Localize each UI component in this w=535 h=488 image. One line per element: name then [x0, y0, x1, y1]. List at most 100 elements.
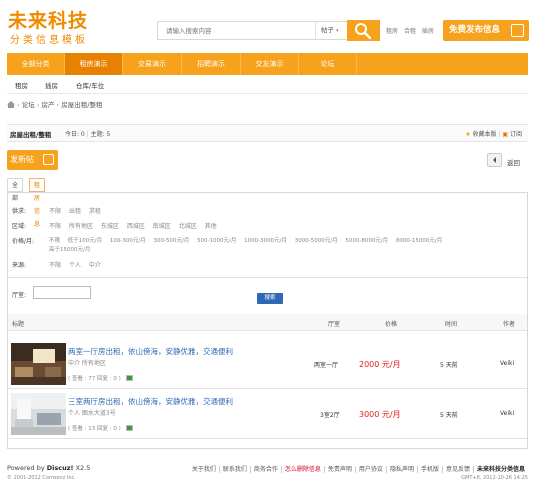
hot-word-link[interactable]: 租房 [386, 28, 398, 35]
listing-time: 5 天前 [440, 362, 458, 369]
listing-info: 中介 所有地区 [68, 360, 106, 367]
filter-option[interactable]: 5000-8000元/月 [345, 238, 388, 244]
listing-thumbnail[interactable] [11, 343, 66, 385]
hall-input[interactable] [33, 286, 91, 299]
subnav-item[interactable]: 插房 [45, 80, 58, 90]
breadcrumb-item[interactable]: 论坛 [22, 101, 35, 109]
sub-nav: 租房 插房 仓库/车位 [7, 75, 528, 94]
filter-row-supply: 供求: 不限 出租 求租 [12, 206, 101, 215]
listing-price: 3000 元/月 [359, 410, 401, 419]
publish-button[interactable]: 免费发布信息 [443, 20, 529, 41]
listing-thumbnail[interactable] [11, 393, 66, 435]
filter-option[interactable]: 个人 [69, 262, 81, 269]
tab-rent-info[interactable]: 租房信息 [29, 178, 46, 228]
image-icon [126, 425, 134, 431]
main-nav: 全部分类 租房演示 交易演示 招聘演示 交友演示 论坛 [7, 53, 528, 75]
footer-link[interactable]: 意见反馈 [441, 466, 473, 473]
tab-all[interactable]: 全部 [7, 178, 24, 202]
site-logo[interactable]: 未来科技 [8, 6, 88, 33]
discuz-link[interactable]: Discuz! [47, 464, 74, 472]
search-button[interactable] [347, 20, 380, 41]
filter-option[interactable]: 低于100元/月 [68, 238, 102, 244]
filter-option[interactable]: 500-1000元/月 [197, 238, 236, 244]
filter-option[interactable]: 1000-3000元/月 [244, 238, 287, 244]
nav-item-rent[interactable]: 租房演示 [65, 53, 123, 75]
powered-by: Powered by Discuz! X2.5 [7, 464, 90, 472]
breadcrumb: › 论坛 › 房产 › 房屋出租/整租 [7, 99, 102, 109]
nav-item-dating[interactable]: 交友演示 [241, 53, 299, 75]
listing-info: 个人 图水大道3号 [68, 410, 116, 417]
back-label[interactable]: 返回 [507, 157, 520, 167]
search-input[interactable] [158, 22, 288, 39]
filter-option[interactable]: 300-500元/月 [153, 238, 189, 244]
filter-option[interactable]: 3000-5000元/月 [295, 238, 338, 244]
filter-option[interactable]: 南城区 [153, 223, 171, 230]
filter-option[interactable]: 不限 [49, 223, 61, 230]
footer-link[interactable]: 关于我们 [189, 466, 219, 473]
filter-option[interactable]: 不限 [49, 262, 61, 269]
favorite-link[interactable]: 收藏本版 [473, 131, 497, 138]
footer-link[interactable]: 免责声明 [323, 466, 355, 473]
search-box: 帖子 ▾ [157, 21, 347, 40]
forum-actions: ★ 收藏本版 | ▣ 订阅 [465, 131, 522, 138]
filter-label: 供求: [12, 208, 27, 215]
version-text: X2.5 [75, 464, 91, 472]
filter-search-button[interactable]: 搜索 [257, 293, 283, 304]
footer-link[interactable]: 用户协议 [354, 466, 386, 473]
site-logo-subtitle: 分类信息模板 [10, 35, 88, 46]
chevron-down-icon: ▾ [336, 28, 339, 34]
col-title: 标题 [12, 321, 25, 328]
search-type-label: 帖子 [321, 26, 334, 34]
filter-option[interactable]: 西城区 [127, 223, 145, 230]
footer-link[interactable]: 未来科技分类信息 [472, 466, 528, 473]
footer-link[interactable]: 联系我们 [218, 466, 250, 473]
footer-link[interactable]: 怎么删除信息 [280, 466, 324, 473]
filter-option[interactable]: 高于15000元/月 [49, 247, 90, 253]
subnav-item[interactable]: 仓库/车位 [76, 80, 104, 90]
filter-row-source: 来源: 不限 个人 中介 [12, 260, 101, 269]
listing-author-link[interactable]: Veiki [500, 410, 514, 417]
listing-title-link[interactable]: 三室两厅房出租，依山傍海，安静优雅，交通便利 [68, 396, 233, 407]
footer-link[interactable]: 手机版 [416, 466, 442, 473]
server-time: GMT+8, 2012-10-26 14:25 [461, 475, 528, 481]
filter-option[interactable]: 东城区 [101, 223, 119, 230]
filter-option[interactable]: 求租 [89, 208, 101, 215]
footer-links: 关于我们 联系我们 商务合作 怎么删除信息 免责声明 用户协议 隐私声明 手机版 意见反馈 未来科… [189, 464, 528, 473]
listing-stats: ( 查看 : 77 回复 : 0 ) [68, 374, 134, 382]
filter-option[interactable]: 100-300元/月 [110, 238, 146, 244]
search-icon [355, 23, 372, 40]
listing-title-link[interactable]: 两室一厅房出租，依山傍海，安静优雅，交通便利 [68, 346, 233, 357]
filter-option[interactable]: 中介 [89, 262, 101, 269]
filter-option[interactable]: 8000-15000元/月 [396, 238, 442, 244]
subnav-item[interactable]: 租房 [15, 80, 28, 90]
listing-author-link[interactable]: Veiki [500, 360, 514, 367]
search-type-select[interactable]: 帖子 ▾ [315, 22, 347, 39]
nav-item-jobs[interactable]: 招聘演示 [182, 53, 241, 75]
filter-option[interactable]: 不限 [49, 238, 60, 244]
powered-text: Powered by [7, 464, 45, 472]
image-icon [126, 375, 134, 381]
filter-option[interactable]: 出租 [69, 208, 81, 215]
nav-item-forum[interactable]: 论坛 [299, 53, 357, 75]
col-price: 价格 [385, 321, 398, 328]
footer-link[interactable]: 商务合作 [249, 466, 281, 473]
nav-item-all[interactable]: 全部分类 [7, 53, 65, 75]
filter-option[interactable]: 其他 [205, 223, 217, 230]
new-post-button[interactable]: 发新帖 [7, 150, 58, 170]
back-button[interactable] [487, 153, 502, 167]
filter-option[interactable]: 北城区 [179, 223, 197, 230]
breadcrumb-item[interactable]: 房屋出租/整租 [61, 101, 102, 109]
col-author: 作者 [503, 321, 516, 328]
hot-word-link[interactable]: 插房 [422, 28, 434, 35]
listing-stats: ( 查看 : 13 回复 : 0 ) [68, 424, 134, 432]
listing-stats-text: ( 查看 : 77 回复 : 0 ) [68, 376, 121, 382]
filter-option[interactable]: 不限 [49, 208, 61, 215]
footer-link[interactable]: 隐私声明 [385, 466, 417, 473]
breadcrumb-item[interactable]: 房产 [42, 101, 55, 109]
hot-word-link[interactable]: 合租 [404, 28, 416, 35]
listing-price: 2000 元/月 [359, 360, 401, 369]
home-icon[interactable] [7, 101, 15, 108]
nav-item-trade[interactable]: 交易演示 [123, 53, 182, 75]
filter-option[interactable]: 所有地区 [69, 223, 93, 230]
subscribe-link[interactable]: 订阅 [510, 131, 522, 138]
